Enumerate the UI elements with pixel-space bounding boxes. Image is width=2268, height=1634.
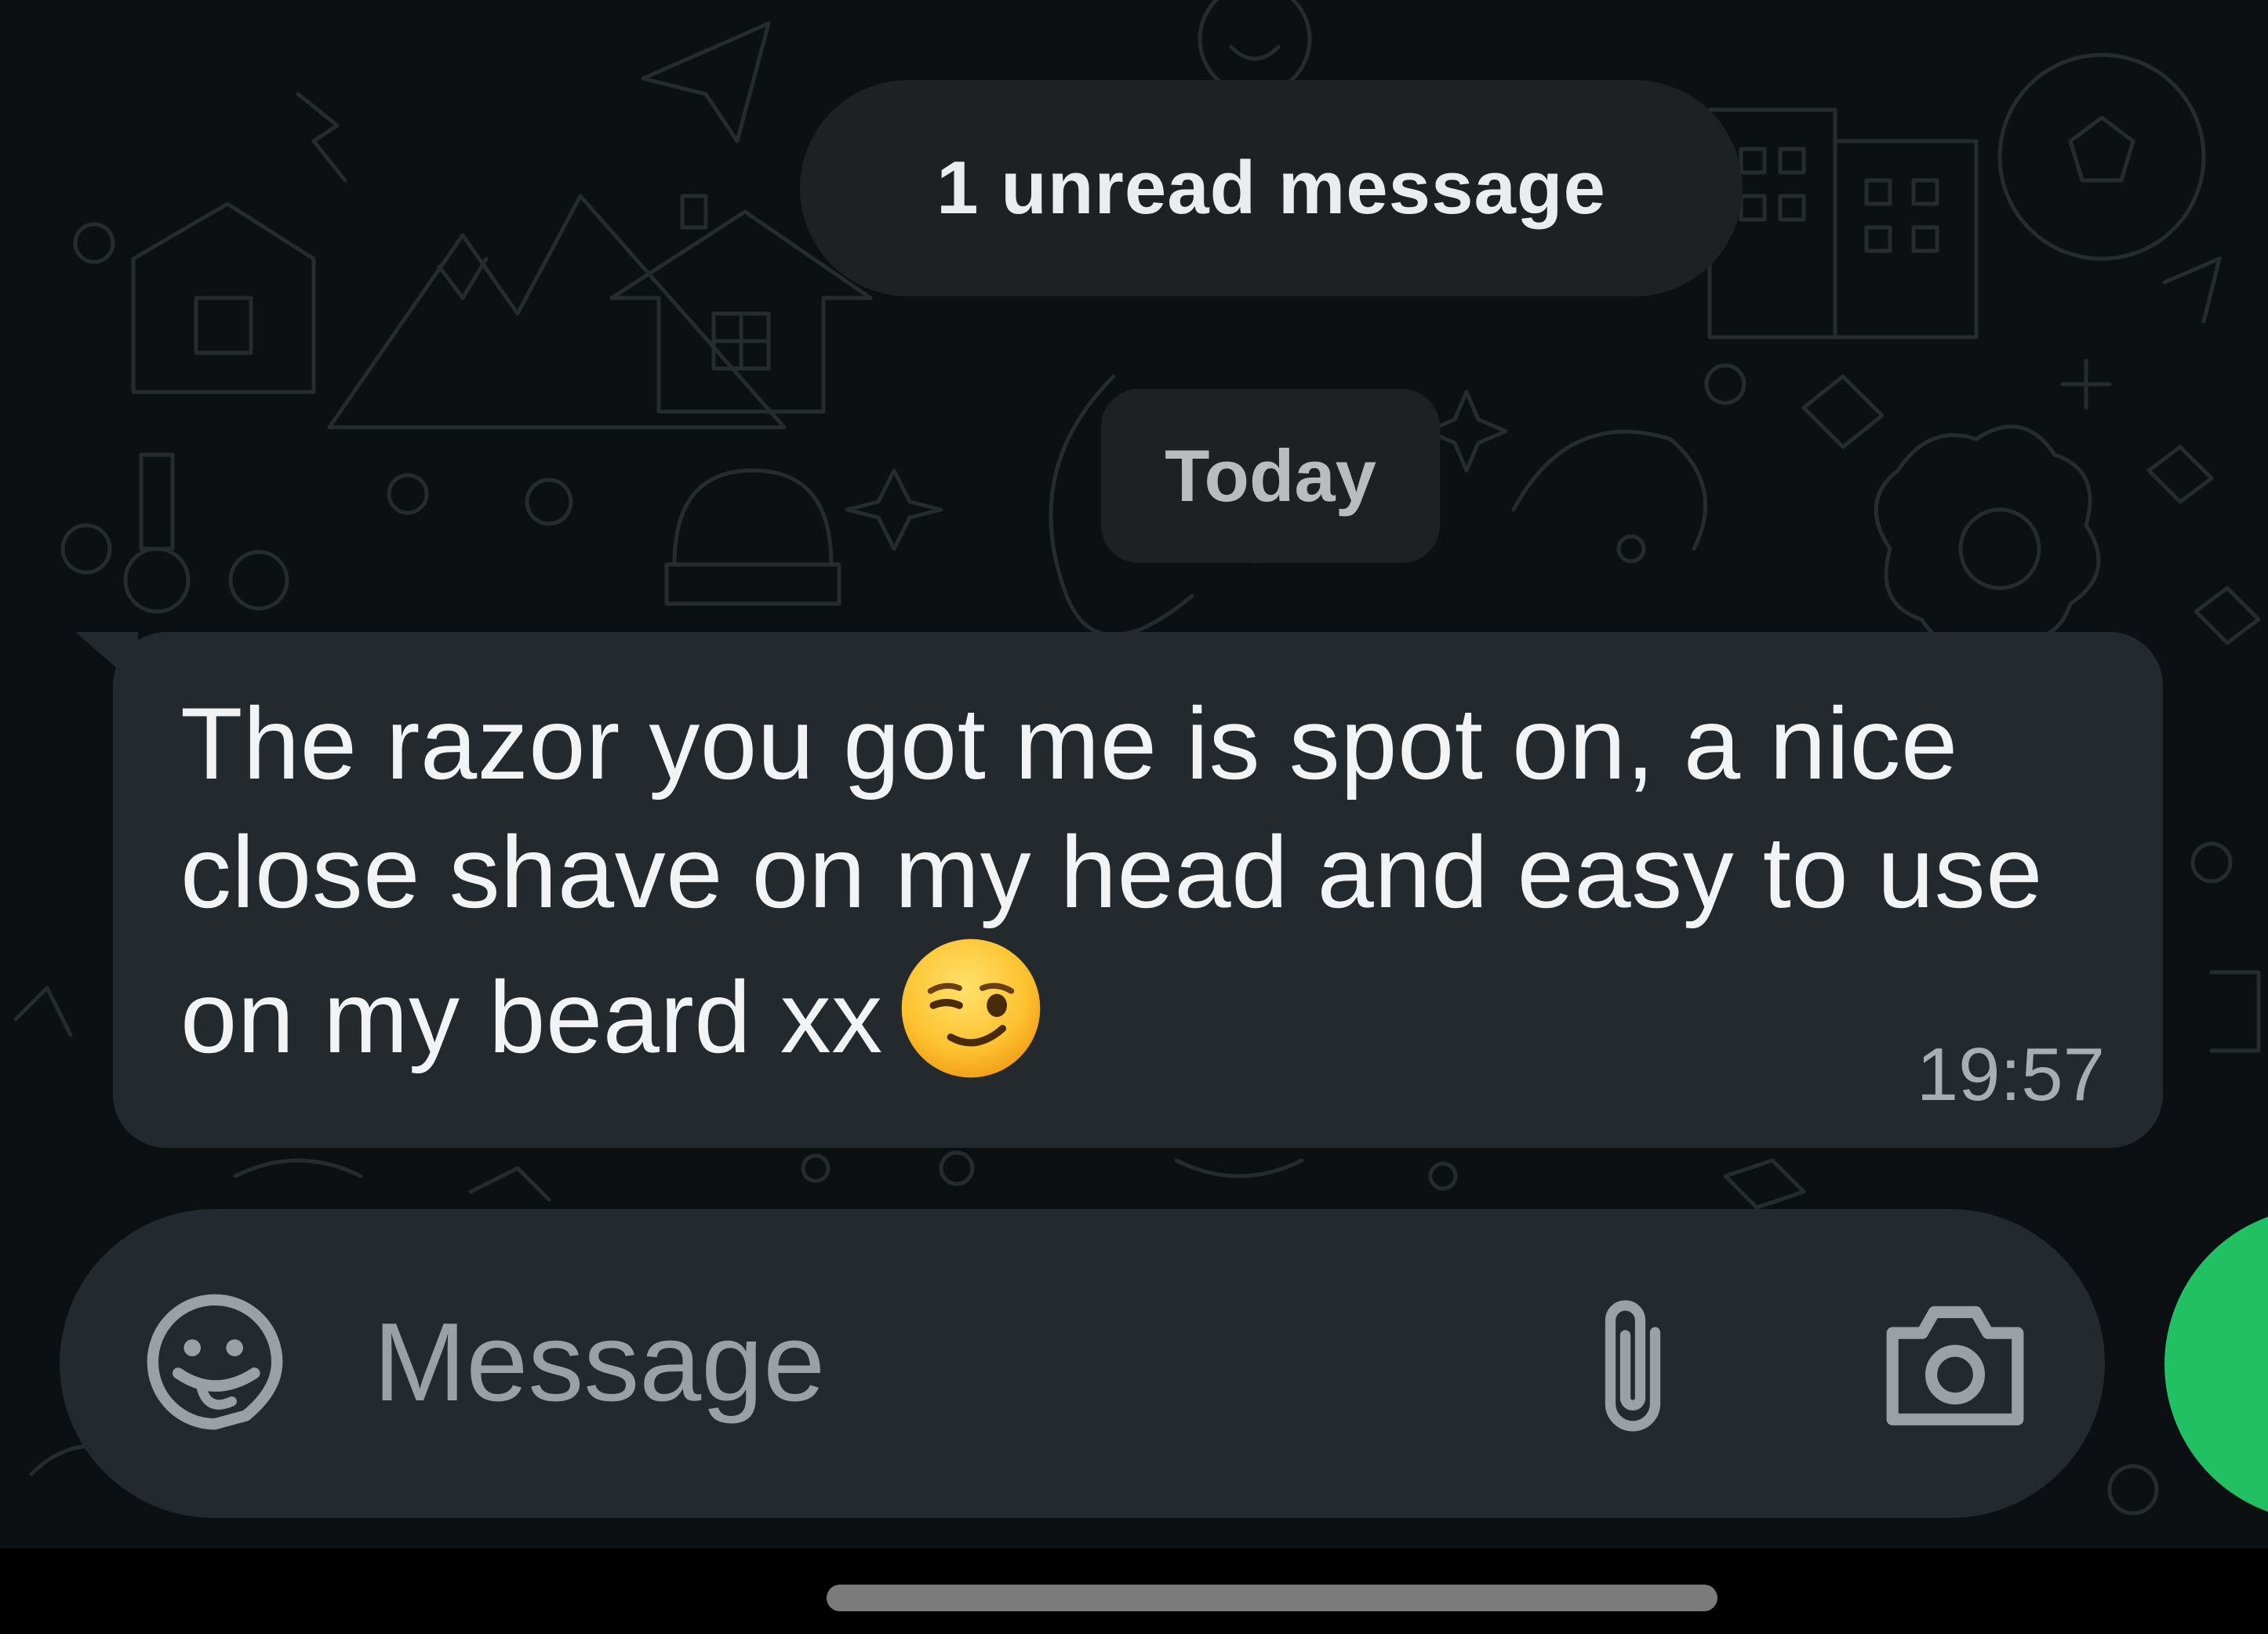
paperclip-icon xyxy=(1605,1300,1661,1432)
unread-messages-banner: 1 unread message xyxy=(800,80,1743,296)
date-separator-text: Today xyxy=(1165,434,1376,517)
message-timestamp: 19:57 xyxy=(1916,1033,2105,1117)
date-separator-chip: Today xyxy=(1101,389,1440,563)
camera-button[interactable] xyxy=(1881,1294,2030,1435)
message-input[interactable] xyxy=(373,1284,1550,1441)
message-text: The razor you got me is spot on, a nice … xyxy=(180,686,2043,1074)
chat-screen: 1 unread message Today The razor you got… xyxy=(0,0,2268,1634)
message-composer xyxy=(60,1209,2105,1518)
incoming-message-bubble[interactable]: The razor you got me is spot on, a nice … xyxy=(113,632,2163,1148)
attach-button[interactable] xyxy=(1578,1291,1688,1440)
message-body: The razor you got me is spot on, a nice … xyxy=(180,679,2125,1081)
camera-icon xyxy=(1886,1305,2024,1425)
sticker-emoji-button[interactable] xyxy=(144,1287,285,1436)
sticker-emoji-icon xyxy=(147,1294,283,1430)
home-indicator-handle[interactable] xyxy=(827,1585,1717,1611)
system-navigation-bar xyxy=(0,1549,2268,1634)
unread-banner-text: 1 unread message xyxy=(936,146,1606,230)
smirking-face-emoji-icon xyxy=(901,939,1041,1078)
